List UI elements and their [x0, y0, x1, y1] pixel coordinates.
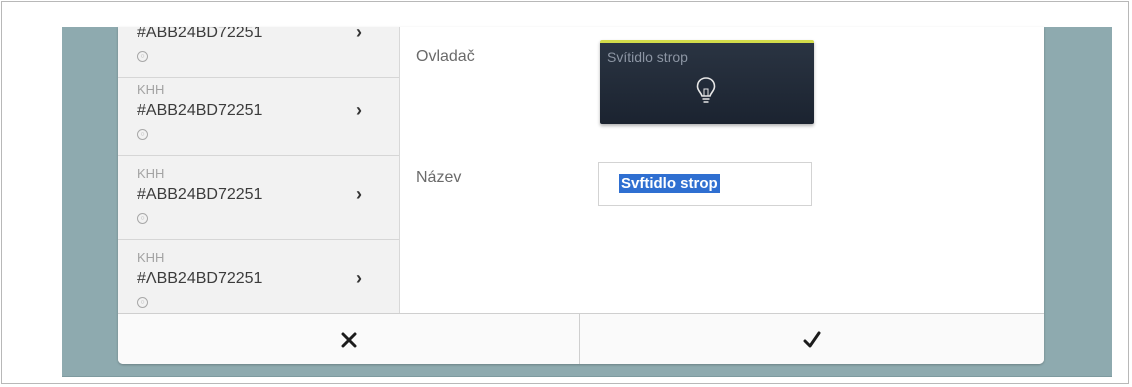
list-item-type: KHH — [137, 82, 165, 97]
list-item-id: #ABB24BD72251 — [137, 186, 263, 203]
edit-dialog: #ABB24BD72251 ○ › KHH #ABB24BD72251 ○ › … — [118, 27, 1044, 364]
bulb-icon — [696, 77, 716, 103]
list-item-type: KHH — [137, 166, 165, 181]
channel-icon: ○ — [137, 297, 148, 308]
chevron-right-icon: › — [356, 184, 362, 204]
chevron-right-icon: › — [356, 268, 362, 288]
list-item[interactable]: KHH #ABB24BD72251 ○ › — [118, 156, 399, 240]
name-label: Název — [416, 169, 462, 186]
check-icon — [803, 331, 821, 347]
background-divider — [62, 376, 1112, 377]
controller-label: Ovladač — [416, 48, 475, 65]
chevron-right-icon: › — [356, 27, 362, 42]
list-item[interactable]: KHH #ABB24BD72251 ○ › — [118, 72, 399, 156]
list-item-type: KHH — [137, 250, 165, 265]
channel-icon: ○ — [137, 51, 148, 62]
name-field-value: Svftidlo strop — [619, 174, 720, 193]
list-item-id: #ABB24BD72251 — [137, 102, 263, 119]
confirm-button[interactable] — [580, 314, 1044, 364]
chevron-right-icon: › — [356, 100, 362, 120]
list-item-id: #ΛBB24BD72251 — [137, 270, 263, 287]
channel-icon: ○ — [137, 129, 148, 140]
controller-tile[interactable]: Svítidlo strop — [600, 40, 814, 124]
channel-icon: ○ — [137, 213, 148, 224]
list-item[interactable]: KHH #ΛBB24BD72251 ○ › — [118, 240, 399, 313]
list-item-id: #ABB24BD72251 — [137, 27, 263, 41]
device-list[interactable]: #ABB24BD72251 ○ › KHH #ABB24BD72251 ○ › … — [118, 27, 400, 313]
list-item[interactable]: #ABB24BD72251 ○ › — [118, 27, 399, 78]
dialog-footer — [118, 313, 1044, 364]
close-icon — [341, 332, 356, 347]
name-field[interactable]: Svftidlo strop — [598, 162, 812, 206]
cancel-button[interactable] — [118, 314, 580, 364]
controller-tile-title: Svítidlo strop — [607, 49, 688, 65]
